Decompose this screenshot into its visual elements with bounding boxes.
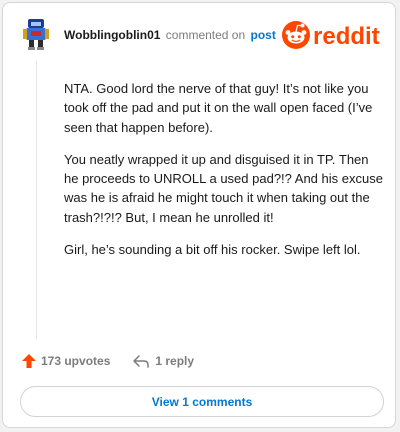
comment-paragraph: Girl, he’s sounding a bit off his rocker…: [64, 242, 361, 258]
view-comments-button[interactable]: View 1 comments: [20, 386, 384, 417]
reddit-wordmark: reddit: [313, 23, 380, 50]
comment-actions: 173 upvotes 1 reply: [21, 351, 194, 371]
reply-arrow-icon: [132, 354, 150, 368]
reddit-logo-icon: [282, 21, 310, 49]
comment-paragraph: You neatly wrapped it up and disguised i…: [64, 151, 383, 225]
upvote-button[interactable]: 173 upvotes: [21, 353, 110, 369]
upvote-count: 173 upvotes: [41, 354, 111, 368]
username[interactable]: Wobblingoblin01: [64, 28, 160, 42]
reply-button[interactable]: 1 reply: [132, 354, 194, 368]
reddit-logo[interactable]: reddit: [281, 19, 387, 51]
upvote-arrow-icon: [21, 353, 37, 369]
comment-card: Wobblingoblin01 commented on post reddit: [2, 2, 396, 428]
comment-header: Wobblingoblin01 commented on post reddit: [3, 3, 395, 65]
comment-paragraph: NTA. Good lord the nerve of that guy! It…: [64, 81, 373, 135]
reply-count: 1 reply: [155, 354, 195, 368]
post-link[interactable]: post: [251, 28, 276, 42]
robot-avatar-icon[interactable]: [19, 17, 53, 51]
thread-line: [36, 61, 37, 339]
comment-meta: Wobblingoblin01 commented on post: [64, 28, 276, 42]
view-comments-label: View 1 comments: [151, 394, 253, 409]
comment-body: NTA. Good lord the nerve of that guy! It…: [64, 79, 386, 272]
action-text: commented on: [165, 28, 246, 42]
